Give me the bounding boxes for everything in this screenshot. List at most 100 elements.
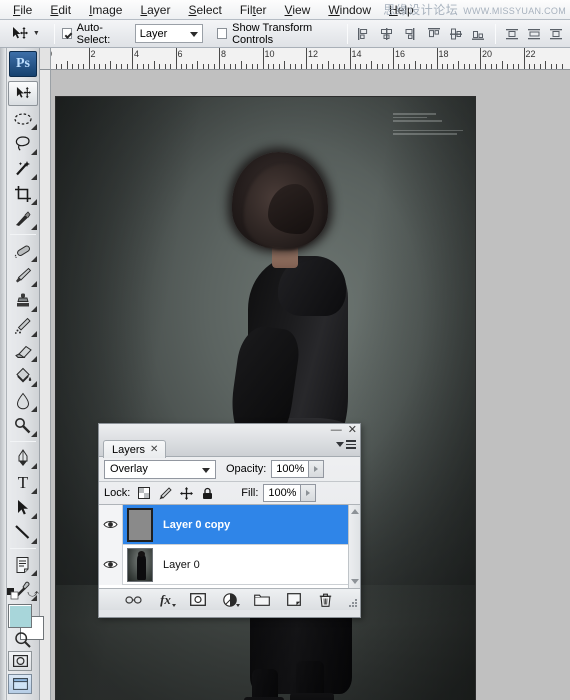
horizontal-ruler[interactable]: 0246810121416182022 [40,48,570,70]
distribute-top-edges-icon[interactable] [503,24,522,43]
panel-titlebar[interactable]: — ✕ [99,424,360,438]
menu-image[interactable]: Image [80,1,131,19]
foreground-color-swatch[interactable] [8,604,32,628]
new-group-button[interactable] [253,591,271,609]
eraser-tool[interactable] [8,338,38,363]
show-transform-checkbox[interactable] [217,28,227,39]
layer-name[interactable]: Layer 0 [163,559,200,571]
lock-position-icon[interactable] [179,486,193,500]
delete-layer-button[interactable] [317,591,335,609]
scroll-up-icon[interactable] [351,509,359,514]
move-tool-icon[interactable] [10,23,31,45]
menu-view[interactable]: View [276,1,320,19]
adjustment-layer-button[interactable] [221,591,239,609]
blend-mode-value: Overlay [110,463,148,475]
menu-window[interactable]: Window [319,1,380,19]
tool-preset-caret-icon[interactable]: ▼ [33,30,40,37]
lock-transparent-pixels-icon[interactable] [137,486,151,500]
layer-thumbnail[interactable] [127,548,153,582]
ruler-minor-tick [61,64,62,69]
flyout-triangle-icon [31,406,37,412]
clone-stamp-tool[interactable] [8,288,38,313]
align-vertical-centers-icon[interactable] [447,24,466,43]
layer-thumbnail[interactable] [127,508,153,542]
panel-resize-grip[interactable] [349,599,358,608]
align-top-edges-icon[interactable] [425,24,444,43]
table-row[interactable]: Layer 0 [99,545,360,585]
align-right-edges-icon[interactable] [399,24,418,43]
align-left-edges-icon[interactable] [355,24,374,43]
align-horizontal-centers-icon[interactable] [377,24,396,43]
move-tool[interactable] [8,81,38,106]
type-tool[interactable]: T [8,470,38,495]
panel-menu-icon[interactable] [336,440,356,449]
ruler-major-tick [437,48,438,69]
quick-mask-icon[interactable] [8,651,32,671]
blend-mode-dropdown[interactable]: Overlay [104,460,216,479]
ruler-major-tick [306,48,307,69]
fill-slider-button[interactable] [301,484,316,502]
align-bottom-edges-icon[interactable] [469,24,488,43]
distribute-bottom-edges-icon[interactable] [547,24,566,43]
notes-tool[interactable] [8,552,38,577]
distribute-vertical-centers-icon[interactable] [525,24,544,43]
add-layer-mask-button[interactable] [189,591,207,609]
paint-bucket-tool[interactable] [8,363,38,388]
layer-style-button[interactable]: fx [157,591,175,609]
layer-visibility-toggle[interactable] [99,505,123,545]
swap-colors-icon[interactable]: ⤻ [27,588,39,601]
layer-visibility-toggle[interactable] [99,545,123,585]
toolbox: Ps [0,48,40,700]
ruler-major-tick [219,48,220,69]
dodge-tool[interactable] [8,413,38,438]
minimize-icon[interactable]: — [331,424,342,436]
screen-mode-icon[interactable] [8,674,32,694]
history-brush-tool[interactable] [8,313,38,338]
tab-layers[interactable]: Layers ✕ [103,440,166,458]
ruler-minor-tick [154,61,155,69]
table-row[interactable]: Layer 0 copy [99,505,360,545]
tab-close-icon[interactable]: ✕ [150,444,158,455]
slice-tool[interactable] [8,206,38,231]
menu-layer[interactable]: Layer [131,1,179,19]
menu-select[interactable]: Select [179,1,230,19]
magic-wand-tool[interactable] [8,156,38,181]
options-bar: ▼ Auto-Select: Layer Show Transform Cont… [0,20,570,48]
opacity-value[interactable]: 100% [271,460,309,478]
ruler-minor-tick [230,64,231,69]
brush-tool[interactable] [8,263,38,288]
ruler-minor-tick [214,64,215,69]
path-selection-tool[interactable] [8,495,38,520]
default-colors-icon[interactable] [7,588,18,599]
lock-image-pixels-icon[interactable] [158,486,172,500]
scroll-down-icon[interactable] [351,579,359,584]
layer-thumbnail-figure [137,554,146,580]
ruler-major-tick [132,48,133,69]
layer-name[interactable]: Layer 0 copy [163,519,230,531]
new-layer-button[interactable] [285,591,303,609]
menu-file[interactable]: File [4,1,41,19]
ruler-minor-tick [165,64,166,69]
watermark-chinese: 思缘设计论坛 [383,1,458,18]
healing-brush-tool[interactable] [8,238,38,263]
auto-select-dropdown[interactable]: Layer [135,24,204,43]
pen-tool[interactable] [8,445,38,470]
menu-edit[interactable]: Edit [41,1,80,19]
ruler-corner[interactable] [40,48,51,70]
auto-select-checkbox[interactable] [62,28,72,39]
menu-filter[interactable]: Filter [231,1,276,19]
ruler-major-tick [393,48,394,69]
elliptical-marquee-tool[interactable] [8,106,38,131]
opacity-slider-button[interactable] [309,460,324,478]
layer-list-scrollbar[interactable] [348,505,360,588]
lock-all-icon[interactable] [200,486,214,500]
vertical-ruler[interactable] [40,70,51,700]
fill-value[interactable]: 100% [263,484,301,502]
close-icon[interactable]: ✕ [348,424,357,436]
blur-tool[interactable] [8,388,38,413]
flyout-triangle-icon [31,124,37,130]
link-layers-button[interactable] [125,591,143,609]
lasso-tool[interactable] [8,131,38,156]
crop-tool[interactable] [8,181,38,206]
line-tool[interactable] [8,520,38,545]
